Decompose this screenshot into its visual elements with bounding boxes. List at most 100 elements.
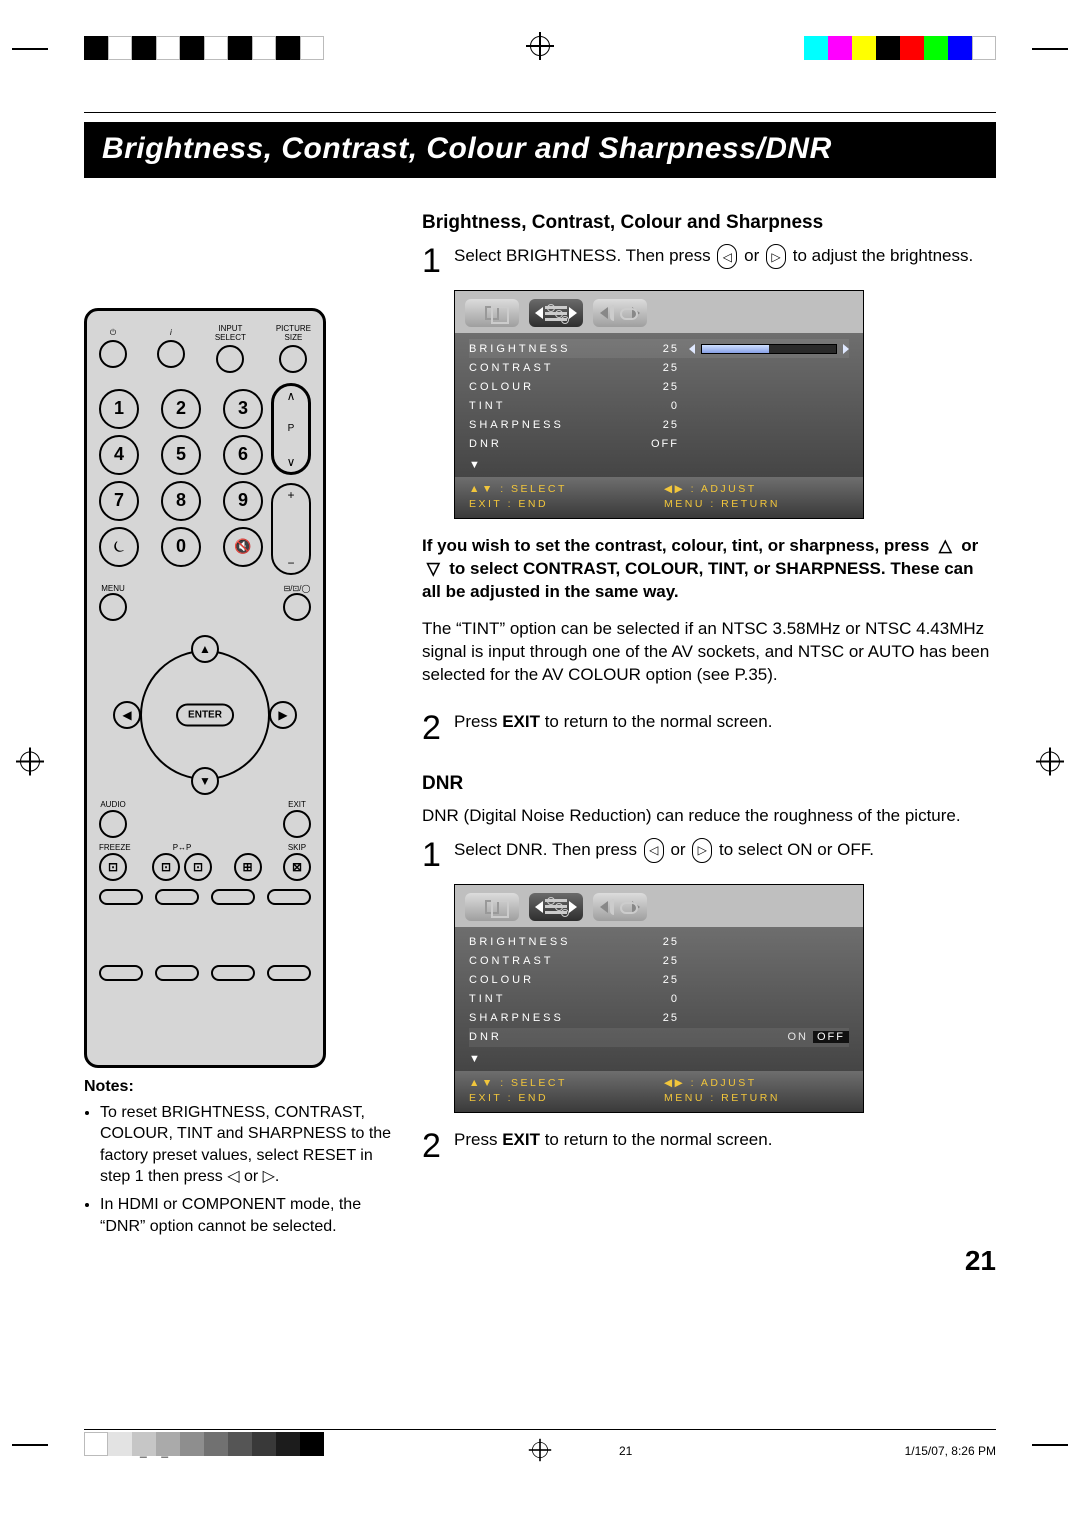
osd-row-value: 0 [619,993,679,1005]
keypad-0[interactable]: 0 [161,527,201,567]
picture-size-button[interactable] [279,345,307,373]
osd-row-label: TINT [469,400,619,412]
step-number: 2 [422,711,444,745]
osd-row-label: CONTRAST [469,362,619,374]
section-heading: DNR [422,773,996,795]
dpad: ▲ ▼ ◀ ▶ ENTER [99,635,311,795]
teletext-button[interactable]: ⊞ [234,853,262,881]
osd-row-label: CONTRAST [469,955,619,967]
exit-keyword: EXIT [502,1130,540,1149]
keypad-8[interactable]: 8 [161,481,201,521]
gray-ramp [84,1432,1080,1456]
osd-row-value: 25 [619,419,679,431]
step-text: Press [454,712,502,731]
osd-row: COLOUR25 [469,377,849,396]
keypad-6[interactable]: 6 [223,435,263,475]
mute-button[interactable]: 🔇 [223,527,263,567]
osd-row-label: BRIGHTNESS [469,343,619,355]
osd-hint: ▲▼ : SELECT [469,483,654,495]
osd-hint: MENU : RETURN [664,498,849,510]
info-button[interactable] [157,340,185,368]
volume-up-icon: + [287,488,294,502]
channel-down-icon: ∨ [287,455,296,469]
dnr-intro: DNR (Digital Noise Reduction) can reduce… [422,805,996,828]
osd-row-value: 25 [619,936,679,948]
rule [84,1429,996,1430]
extra-button[interactable] [99,965,143,981]
osd-row-value: ON OFF [787,1031,849,1043]
mode-label: ⊟/⊡/◯ [283,585,311,594]
osd-tab-picture-icon [465,299,519,327]
osd-row: TINT0 [469,990,849,1009]
step-1: 1 Select BRIGHTNESS. Then press ◁ or ▷ t… [422,244,996,278]
step-text: or [744,246,764,265]
pp-button-b[interactable]: ⊡ [184,853,212,881]
skip-button[interactable]: ⊠ [283,853,311,881]
sleep-button[interactable]: ⏾ [99,527,139,567]
keypad-5[interactable]: 5 [161,435,201,475]
dpad-left-button[interactable]: ◀ [113,701,141,729]
audio-label: AUDIO [99,801,127,810]
step-text: to adjust the brightness. [793,246,974,265]
blue-button[interactable] [267,889,311,905]
osd-row: BRIGHTNESS25 [469,339,849,358]
note-item: To reset BRIGHTNESS, CONTRAST, COLOUR, T… [100,1102,394,1188]
freeze-button[interactable]: ⊡ [99,853,127,881]
keypad-2[interactable]: 2 [161,389,201,429]
step-text: Press [454,1130,502,1149]
osd-row: BRIGHTNESS25 [469,933,849,952]
osd-menu-screenshot: BRIGHTNESS25CONTRAST25COLOUR25TINT0SHARP… [454,884,864,1113]
pp-button-a[interactable]: ⊡ [152,853,180,881]
osd-row-value: 25 [619,974,679,986]
keypad-4[interactable]: 4 [99,435,139,475]
keypad-9[interactable]: 9 [223,481,263,521]
osd-row: DNRON OFF [469,1028,849,1047]
osd-tab-adjust-icon [529,299,583,327]
step-text: or [670,840,690,859]
menu-label: MENU [99,585,127,594]
crosshair-icon [16,748,44,781]
exit-button[interactable] [283,810,311,838]
enter-button[interactable]: ENTER [176,704,234,727]
osd-row: CONTRAST25 [469,952,849,971]
keypad-3[interactable]: 3 [223,389,263,429]
input-select-button[interactable] [216,345,244,373]
green-button[interactable] [155,889,199,905]
osd-tab-adjust-icon [529,893,583,921]
osd-row-value: 25 [619,1012,679,1024]
osd-hint: EXIT : END [469,1092,654,1104]
dpad-up-button[interactable]: ▲ [191,635,219,663]
picture-size-label: PICTURE SIZE [276,325,311,343]
channel-rocker[interactable]: ∧ P ∨ [271,383,311,475]
extra-button[interactable] [155,965,199,981]
osd-row: COLOUR25 [469,971,849,990]
extra-button[interactable] [211,965,255,981]
channel-up-icon: ∧ [287,389,296,403]
remote-control-illustration: ⏻ i INPUT SELECT PICTURE SIZE [84,308,326,1068]
dpad-down-button[interactable]: ▼ [191,767,219,795]
crosshair-icon [526,32,554,65]
step-number: 1 [422,838,444,872]
osd-hint: ◀▶ : ADJUST [664,1077,849,1089]
power-button[interactable] [99,340,127,368]
mode-button[interactable] [283,593,311,621]
dnr-step-2: 2 Press EXIT to return to the normal scr… [422,1129,996,1163]
printer-marks-top [0,36,1080,96]
extra-button[interactable] [267,965,311,981]
osd-row-label: SHARPNESS [469,1012,619,1024]
yellow-button[interactable] [211,889,255,905]
rule [84,112,996,113]
dpad-right-button[interactable]: ▶ [269,701,297,729]
info-icon: i [170,329,172,338]
keypad-7[interactable]: 7 [99,481,139,521]
volume-rocker[interactable]: + − [271,483,311,575]
keypad-1[interactable]: 1 [99,389,139,429]
audio-button[interactable] [99,810,127,838]
osd-row-label: COLOUR [469,974,619,986]
menu-button[interactable] [99,593,127,621]
osd-row: SHARPNESS25 [469,415,849,434]
extra-buttons-row [99,965,311,981]
red-button[interactable] [99,889,143,905]
osd-row-label: DNR [469,438,619,450]
osd-hint: ▲▼ : SELECT [469,1077,654,1089]
